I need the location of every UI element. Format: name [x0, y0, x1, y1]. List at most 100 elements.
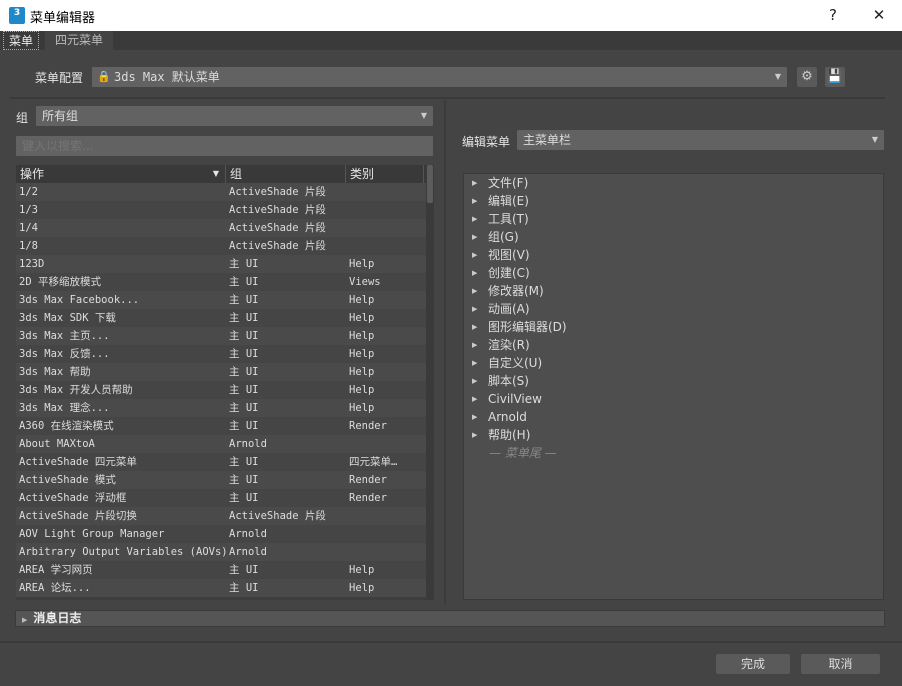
menu-tree-item[interactable]: ▶ 工具(T)	[464, 210, 883, 228]
cancel-button[interactable]: 取消	[801, 654, 880, 674]
table-row[interactable]: 1/8 ActiveShade 片段	[16, 237, 434, 255]
column-category[interactable]: 类别	[346, 165, 424, 183]
menu-tree-item[interactable]: ▶ 文件(F)	[464, 174, 883, 192]
expand-icon[interactable]: ▶	[472, 300, 488, 318]
group-label: 组	[16, 111, 29, 125]
table-row[interactable]: About MAXtoA Arnold	[16, 435, 434, 453]
table-cell: Help	[349, 384, 375, 396]
gear-icon[interactable]: ⚙	[797, 67, 817, 87]
table-row[interactable]: ActiveShade 模式 主 UI Render	[16, 471, 434, 489]
table-row[interactable]: AREA 学习网页 主 UI Help	[16, 561, 434, 579]
table-row[interactable]: 1/3 ActiveShade 片段	[16, 201, 434, 219]
table-row[interactable]: Arbitrary Output Variables (AOVs) Arnold	[16, 543, 434, 561]
search-input[interactable]	[16, 136, 433, 156]
edit-menu-dropdown[interactable]: 主菜单栏 ▼	[517, 130, 884, 150]
expand-icon[interactable]: ▶	[472, 210, 488, 228]
message-log-toggle[interactable]: ▶ 消息日志	[15, 610, 885, 627]
table-cell: ActiveShade 四元菜单	[19, 456, 137, 468]
table-row[interactable]: AREA 论坛... 主 UI Help	[16, 579, 434, 597]
table-row[interactable]: ActiveShade 片段切换 ActiveShade 片段	[16, 507, 434, 525]
menu-tree-item[interactable]: ▶ 修改器(M)	[464, 282, 883, 300]
expand-icon[interactable]: ▶	[472, 318, 488, 336]
expand-icon[interactable]: ▶	[472, 390, 488, 408]
menu-item-label: 渲染(R)	[488, 338, 530, 352]
menu-item-label: 组(G)	[488, 230, 519, 244]
expand-icon[interactable]: ▶	[472, 408, 488, 426]
table-cell: ActiveShade 片段	[229, 510, 326, 522]
table-cell: AREA 论坛...	[19, 582, 91, 594]
menu-tree-item[interactable]: ▶ 图形编辑器(D)	[464, 318, 883, 336]
edit-menu-value: 主菜单栏	[523, 133, 572, 147]
menu-tree-item[interactable]: ▶ CivilView	[464, 390, 883, 408]
expand-icon[interactable]: ▶	[472, 354, 488, 372]
table-cell	[346, 219, 424, 237]
table-row[interactable]: 3ds Max 开发人员帮助 主 UI Help	[16, 381, 434, 399]
table-row[interactable]: ActiveShade 浮动框 主 UI Render	[16, 489, 434, 507]
table-cell: 3ds Max SDK 下载	[19, 312, 116, 324]
expand-icon[interactable]: ▶	[472, 174, 488, 192]
expand-icon[interactable]: ▶	[472, 192, 488, 210]
column-action[interactable]: 操作 ▼	[16, 165, 226, 183]
table-cell	[346, 525, 424, 543]
table-cell: Help	[349, 258, 375, 270]
table-row[interactable]: 1/4 ActiveShade 片段	[16, 219, 434, 237]
group-dropdown[interactable]: 所有组 ▼	[36, 106, 433, 126]
menu-tree-item[interactable]: ▶ 组(G)	[464, 228, 883, 246]
menu-item-label: 自定义(U)	[488, 356, 543, 370]
table-cell: 主 UI	[229, 330, 259, 342]
table-row[interactable]: 3ds Max 主页... 主 UI Help	[16, 327, 434, 345]
config-dropdown[interactable]: 🔒 3ds Max 默认菜单 ▼	[92, 67, 787, 87]
table-cell: 四元菜单…	[349, 456, 398, 468]
table-row[interactable]: 3ds Max 帮助 主 UI Help	[16, 363, 434, 381]
save-icon[interactable]: 💾	[825, 67, 845, 87]
table-cell: Help	[349, 330, 375, 342]
menu-tree-item[interactable]: ▶ 渲染(R)	[464, 336, 883, 354]
table-row[interactable]: 3ds Max 反馈... 主 UI Help	[16, 345, 434, 363]
column-group[interactable]: 组	[226, 165, 346, 183]
tab-quad-menus[interactable]: 四元菜单	[45, 31, 113, 50]
expand-icon[interactable]: ▶	[472, 372, 488, 390]
menu-tree-item[interactable]: ▶ 脚本(S)	[464, 372, 883, 390]
table-row[interactable]: 1/2 ActiveShade 片段	[16, 183, 434, 201]
done-button[interactable]: 完成	[716, 654, 790, 674]
close-button[interactable]: ✕	[864, 4, 894, 26]
table-cell: 主 UI	[229, 474, 259, 486]
table-cell: ActiveShade 片段	[229, 204, 326, 216]
menu-tree-item[interactable]: ▶ 视图(V)	[464, 246, 883, 264]
table-cell: A360 在线渲染模式	[19, 420, 114, 432]
tab-menus[interactable]: 菜单	[3, 31, 40, 50]
table-cell: 主 UI	[229, 582, 259, 594]
expand-icon[interactable]: ▶	[472, 336, 488, 354]
expand-icon[interactable]: ▶	[472, 228, 488, 246]
expand-icon[interactable]: ▶	[472, 264, 488, 282]
table-cell: 主 UI	[229, 492, 259, 504]
table-row[interactable]: AOV Light Group Manager Arnold	[16, 525, 434, 543]
table-row[interactable]: 3ds Max Facebook... 主 UI Help	[16, 291, 434, 309]
help-button[interactable]: ?	[818, 4, 848, 26]
menu-tree-item[interactable]: ▶ 动画(A)	[464, 300, 883, 318]
table-cell: Arbitrary Output Variables (AOVs)	[19, 546, 226, 558]
chevron-down-icon: ▼	[871, 135, 878, 144]
table-row[interactable]: 2D 平移缩放模式 主 UI Views	[16, 273, 434, 291]
menu-tree-item[interactable]: ▶ 自定义(U)	[464, 354, 883, 372]
table-row[interactable]: 123D 主 UI Help	[16, 255, 434, 273]
menu-tree-item[interactable]: ▶ Arnold	[464, 408, 883, 426]
scrollbar-thumb[interactable]	[427, 165, 433, 203]
table-row[interactable]: 3ds Max SDK 下载 主 UI Help	[16, 309, 434, 327]
menu-tree-item[interactable]: ▶ 创建(C)	[464, 264, 883, 282]
expand-icon[interactable]: ▶	[472, 426, 488, 444]
table-row[interactable]: A360 在线渲染模式 主 UI Render	[16, 417, 434, 435]
table-row[interactable]: 3ds Max 理念... 主 UI Help	[16, 399, 434, 417]
footer-divider	[0, 641, 902, 643]
menu-tree-item[interactable]: ▶ 帮助(H)	[464, 426, 883, 444]
splitter[interactable]	[444, 100, 446, 605]
expand-icon[interactable]: ▶	[472, 282, 488, 300]
table-cell: AOV Light Group Manager	[19, 528, 165, 540]
tab-bar: 菜单 四元菜单	[0, 31, 902, 50]
table-cell: 3ds Max 反馈...	[19, 348, 110, 360]
table-cell: Help	[349, 582, 375, 594]
menu-tree-item[interactable]: ▶ 编辑(E)	[464, 192, 883, 210]
scrollbar[interactable]	[426, 165, 434, 600]
table-row[interactable]: ActiveShade 四元菜单 主 UI 四元菜单…	[16, 453, 434, 471]
expand-icon[interactable]: ▶	[472, 246, 488, 264]
